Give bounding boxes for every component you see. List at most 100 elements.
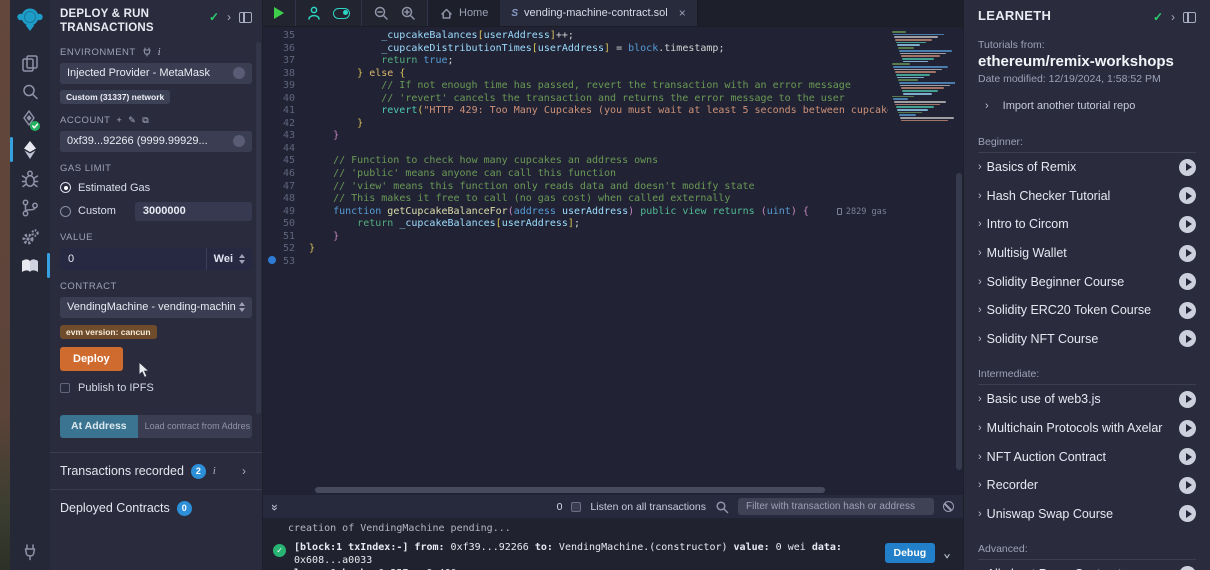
tutorial-item[interactable]: ›All about Proxy Contracts	[978, 560, 1196, 570]
zoom-in-icon[interactable]	[400, 5, 416, 21]
debug-button[interactable]: Debug	[885, 543, 936, 563]
compile-person-icon[interactable]	[307, 5, 322, 21]
deploy-run-icon[interactable]	[10, 135, 50, 164]
tutorial-item[interactable]: ›Basic use of web3.js	[978, 385, 1196, 414]
tutorial-item[interactable]: ›Recorder	[978, 471, 1196, 500]
play-tutorial-button[interactable]	[1179, 391, 1196, 408]
info-icon[interactable]: i	[158, 47, 161, 58]
radio-unselected-icon[interactable]	[60, 206, 71, 217]
deployed-contracts-row[interactable]: Deployed Contracts 0	[60, 490, 252, 526]
learneth-book-icon[interactable]	[10, 251, 50, 280]
copy-account-icon[interactable]: ⧉	[142, 115, 149, 126]
environment-select[interactable]: Injected Provider - MetaMask	[60, 63, 252, 84]
play-tutorial-button[interactable]	[1179, 420, 1196, 437]
auto-compile-toggle-icon[interactable]	[333, 8, 350, 19]
account-copy-icon[interactable]	[233, 135, 245, 147]
value-unit-select[interactable]: Wei	[206, 248, 252, 270]
gas-custom-option[interactable]: Custom 3000000	[60, 202, 252, 221]
panel-scrollbar[interactable]	[256, 42, 261, 414]
zoom-out-icon[interactable]	[373, 5, 389, 21]
play-tutorial-button[interactable]	[1179, 216, 1196, 233]
debugger-icon[interactable]	[10, 164, 50, 193]
run-script-icon[interactable]	[274, 7, 284, 19]
play-tutorial-button[interactable]	[1179, 273, 1196, 290]
file-explorer-icon[interactable]	[10, 48, 50, 77]
home-icon	[440, 7, 453, 20]
transactions-recorded-row[interactable]: Transactions recorded 2 i ›	[60, 453, 252, 489]
code-content[interactable]: _cupcakeBalances[userAddress]++; _cupcak…	[309, 27, 888, 495]
play-tutorial-button[interactable]	[1179, 159, 1196, 176]
terminal-filter-input[interactable]: Filter with transaction hash or address	[738, 498, 934, 515]
transaction-log-row[interactable]: ✓ [block:1 txIndex:-] from: 0xf39...9226…	[273, 541, 953, 570]
deploy-button[interactable]: Deploy	[60, 347, 123, 371]
play-tutorial-button[interactable]	[1179, 245, 1196, 262]
collapse-terminal-icon[interactable]: »	[268, 504, 282, 510]
play-tutorial-button[interactable]	[1179, 566, 1196, 570]
play-tutorial-button[interactable]	[1179, 448, 1196, 465]
tutorial-item[interactable]: ›NFT Auction Contract	[978, 442, 1196, 471]
radio-selected-icon[interactable]	[60, 182, 71, 193]
play-tutorial-button[interactable]	[1179, 505, 1196, 522]
code-line: } else {	[309, 68, 888, 81]
at-address-input[interactable]: Load contract from Addres	[138, 415, 252, 438]
search-icon[interactable]	[10, 77, 50, 106]
expand-panel-icon[interactable]: ›	[227, 10, 231, 24]
tutorial-item[interactable]: ›Uniswap Swap Course	[978, 500, 1196, 529]
publish-ipfs-option[interactable]: Publish to IPFS	[60, 382, 252, 394]
pin-panel-icon[interactable]	[1183, 12, 1196, 23]
clear-console-icon[interactable]	[943, 501, 954, 512]
git-icon[interactable]	[10, 193, 50, 222]
tutorial-item[interactable]: ›Solidity ERC20 Token Course	[978, 296, 1196, 325]
add-account-icon[interactable]: +	[116, 115, 122, 125]
publish-checkbox[interactable]	[60, 383, 70, 393]
expand-tx-icon[interactable]: ⌄	[943, 546, 951, 561]
expand-panel-icon[interactable]: ›	[1171, 10, 1175, 24]
play-tutorial-button[interactable]	[1179, 477, 1196, 494]
line-number: 44	[263, 143, 309, 156]
tutorial-item[interactable]: ›Multichain Protocols with Axelar	[978, 414, 1196, 443]
tutorial-item[interactable]: ›Solidity Beginner Course	[978, 267, 1196, 296]
listen-checkbox[interactable]	[571, 502, 581, 512]
play-tutorial-button[interactable]	[1179, 302, 1196, 319]
gas-custom-input[interactable]: 3000000	[135, 202, 252, 221]
chevron-right-icon[interactable]: ›	[242, 464, 252, 478]
tab-home[interactable]: Home	[428, 0, 500, 26]
plugin-manager-icon[interactable]	[10, 537, 50, 566]
remix-logo-icon	[16, 5, 44, 40]
play-tutorial-button[interactable]	[1179, 330, 1196, 347]
editor-vertical-scrollbar[interactable]	[955, 27, 963, 495]
gas-estimated-option[interactable]: Estimated Gas	[60, 182, 252, 194]
tutorial-name: Intro to Circom	[987, 217, 1069, 231]
import-tutorial-repo[interactable]: › Import another tutorial repo	[978, 100, 1196, 112]
at-address-button[interactable]: At Address	[60, 415, 138, 438]
solidity-file-icon: S	[511, 8, 518, 19]
tutorial-item[interactable]: ›Multisig Wallet	[978, 239, 1196, 268]
code-line: // 'public' means anyone can call this f…	[309, 168, 888, 181]
settings-icon[interactable]	[10, 222, 50, 251]
tutorial-item[interactable]: ›Intro to Circom	[978, 210, 1196, 239]
info-icon[interactable]: i	[213, 466, 216, 477]
code-line: }	[309, 243, 888, 256]
pending-log-line: creation of VendingMachine pending...	[273, 523, 953, 534]
tutorial-item[interactable]: ›Solidity NFT Course	[978, 325, 1196, 354]
unit-stepper-icon[interactable]	[239, 254, 245, 264]
contract-select[interactable]: VendingMachine - vending-machin	[60, 297, 252, 318]
edit-account-icon[interactable]: ✎	[128, 115, 136, 126]
contract-stepper-icon	[239, 302, 245, 312]
pin-panel-icon[interactable]	[239, 12, 252, 23]
value-input[interactable]: 0	[60, 253, 206, 265]
editor-horizontal-scrollbar[interactable]	[315, 487, 825, 493]
editor-minimap[interactable]	[888, 27, 955, 495]
solidity-compiler-icon[interactable]	[10, 106, 50, 135]
panel-header: DEPLOY & RUN TRANSACTIONS ✓ ›	[60, 8, 252, 36]
tutorial-item[interactable]: ›Basics of Remix	[978, 153, 1196, 182]
play-tutorial-button[interactable]	[1179, 187, 1196, 204]
tab-vending-machine-contract[interactable]: S vending-machine-contract.sol ×	[500, 0, 697, 26]
account-select[interactable]: 0xf39...92266 (9999.99929...	[60, 131, 252, 152]
breakpoint-dot[interactable]	[268, 256, 276, 264]
tx-success-icon: ✓	[273, 544, 286, 557]
line-number: 48	[263, 193, 309, 206]
tutorial-item[interactable]: ›Hash Checker Tutorial	[978, 182, 1196, 211]
code-editor[interactable]: 35363738394041424344454647484950515253 _…	[263, 27, 963, 495]
close-tab-icon[interactable]: ×	[679, 6, 686, 20]
